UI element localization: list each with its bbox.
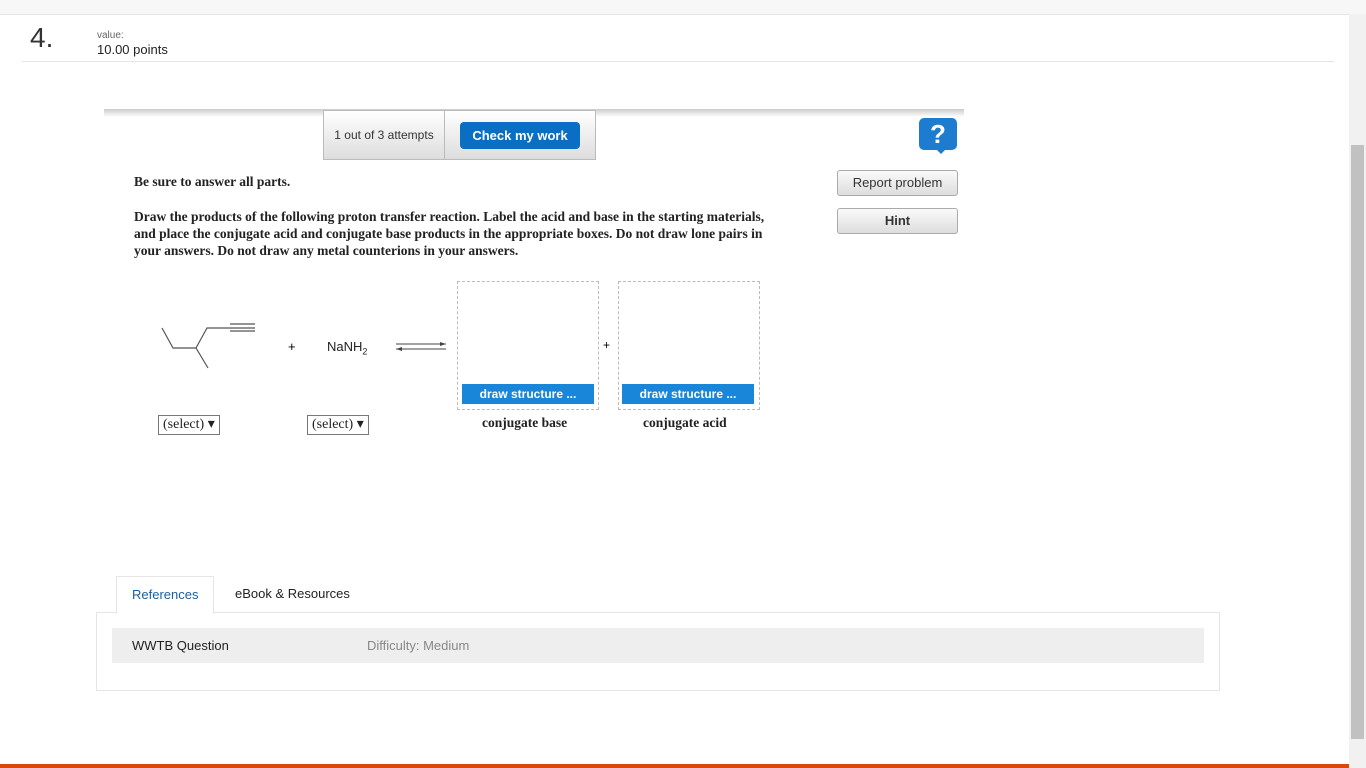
reagent-text: NaNH (327, 339, 363, 354)
plus-sign-products: + (603, 338, 611, 352)
acid-base-select-1[interactable]: (select) ▾ (158, 415, 220, 435)
hint-button[interactable]: Hint (837, 208, 958, 234)
scrollbar-thumb[interactable] (1351, 145, 1364, 739)
conjugate-acid-label: conjugate acid (643, 415, 727, 430)
acid-base-select-2[interactable]: (select) ▾ (307, 415, 369, 435)
tab-references[interactable]: References (116, 576, 215, 614)
reagent-formula: NaNH2 (327, 339, 367, 357)
equilibrium-arrow-icon (396, 342, 446, 351)
help-icon[interactable]: ? (919, 118, 957, 154)
report-problem-button[interactable]: Report problem (837, 170, 958, 196)
draw-structure-button-base[interactable]: draw structure ... (462, 384, 594, 404)
bottom-bar (0, 764, 1349, 768)
starting-material-structure (161, 323, 446, 369)
check-my-work-button[interactable]: Check my work (460, 121, 580, 149)
conjugate-base-label: conjugate base (482, 415, 568, 430)
reference-row: WWTB Question Difficulty: Medium (112, 628, 1204, 663)
draw-structure-button-acid[interactable]: draw structure ... (622, 384, 754, 404)
question-type: WWTB Question (132, 638, 229, 653)
difficulty: Difficulty: Medium (367, 638, 470, 653)
reagent-subscript: 2 (362, 346, 368, 357)
plus-sign: + (288, 339, 296, 354)
tab-ebook-resources[interactable]: eBook & Resources (220, 576, 365, 612)
